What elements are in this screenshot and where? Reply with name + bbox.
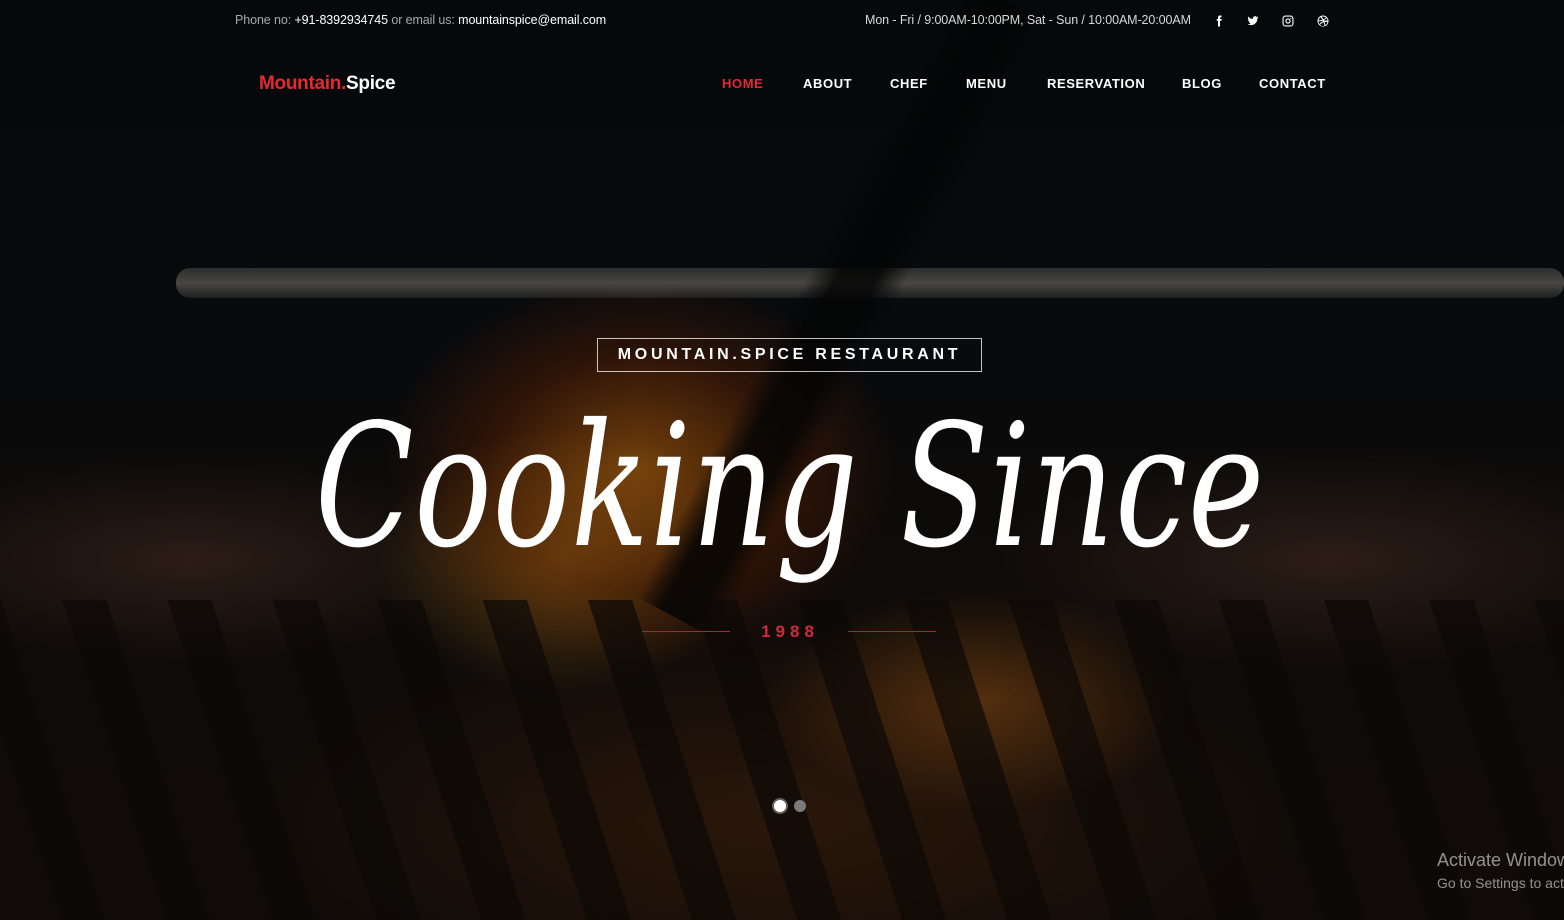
nav-menu[interactable]: MENU bbox=[966, 76, 1007, 91]
email-link[interactable]: mountainspice@email.com bbox=[458, 13, 606, 27]
dribbble-icon[interactable] bbox=[1315, 13, 1331, 29]
instagram-icon[interactable] bbox=[1280, 13, 1296, 29]
hero-headline: Cooking Since bbox=[315, 388, 1265, 586]
nav-contact[interactable]: CONTACT bbox=[1259, 76, 1326, 91]
hero-tagline: MOUNTAIN.SPICE RESTAURANT bbox=[597, 338, 982, 372]
hero-year: 1988 bbox=[761, 622, 819, 641]
email-label: or email us: bbox=[391, 13, 455, 27]
nav-reservation[interactable]: RESERVATION bbox=[1047, 76, 1145, 91]
opening-hours: Mon - Fri / 9:00AM-10:00PM, Sat - Sun / … bbox=[865, 13, 1191, 27]
nav-about[interactable]: ABOUT bbox=[803, 76, 852, 91]
nav-chef[interactable]: CHEF bbox=[890, 76, 928, 91]
main-nav: HOME ABOUT CHEF MENU RESERVATION BLOG CO… bbox=[0, 76, 1564, 96]
windows-activation-watermark: Activate Windows Go to Settings to activ… bbox=[1437, 850, 1564, 891]
phone-number[interactable]: +91-8392934745 bbox=[294, 13, 388, 27]
nav-blog[interactable]: BLOG bbox=[1182, 76, 1222, 91]
twitter-icon[interactable] bbox=[1245, 13, 1261, 29]
nav-home[interactable]: HOME bbox=[722, 76, 763, 91]
year-line-right bbox=[848, 631, 936, 632]
watermark-line-1: Activate Windows bbox=[1437, 850, 1564, 870]
topbar: Phone no: +91-8392934745 or email us: mo… bbox=[0, 0, 1564, 42]
facebook-icon[interactable] bbox=[1211, 13, 1227, 29]
contact-info: Phone no: +91-8392934745 or email us: mo… bbox=[235, 13, 606, 27]
slider-dot-1[interactable] bbox=[774, 800, 786, 812]
slider-dot-2[interactable] bbox=[794, 800, 806, 812]
phone-label: Phone no: bbox=[235, 13, 292, 27]
watermark-line-2: Go to Settings to activate Windows. bbox=[1437, 875, 1564, 891]
hero-headline-container: Cooking Since bbox=[300, 375, 1280, 615]
